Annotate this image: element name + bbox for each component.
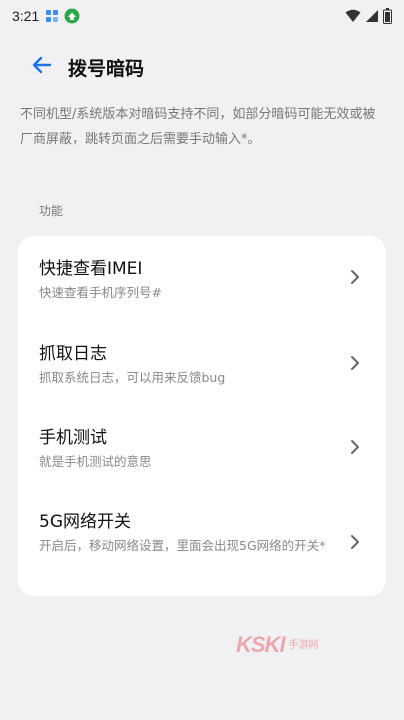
grid-app-icon bbox=[45, 9, 60, 24]
wifi-icon bbox=[345, 9, 361, 23]
page-description: 不同机型/系统版本对暗码支持不同，如部分暗码可能无效或被厂商屏蔽，跳转页面之后需… bbox=[20, 107, 376, 147]
watermark: KSKI 手游网 bbox=[236, 632, 319, 658]
status-time: 3:21 bbox=[12, 8, 40, 24]
list-item-title: 手机测试 bbox=[39, 428, 107, 448]
green-app-icon bbox=[64, 8, 80, 24]
page-title: 拨号暗码 bbox=[68, 57, 145, 80]
section-label: 功能 bbox=[39, 204, 64, 218]
list-item-imei[interactable]: 快捷查看IMEI 快速查看手机序列号# bbox=[18, 236, 386, 322]
list-item-log[interactable]: 抓取日志 抓取系统日志，可以用来反馈bug bbox=[18, 322, 386, 408]
app-header: 拨号暗码 bbox=[0, 45, 404, 89]
chevron-right-icon bbox=[350, 534, 360, 550]
list-item-5g-toggle[interactable]: 5G网络开关 开启后，移动网络设置，里面会出现5G网络的开关* bbox=[18, 492, 386, 596]
list-item-title: 快捷查看IMEI bbox=[39, 259, 143, 279]
list-item-subtitle: 快速查看手机序列号# bbox=[39, 285, 162, 300]
status-right-icons bbox=[345, 8, 392, 24]
signal-icon bbox=[365, 9, 379, 23]
list-item-subtitle: 抓取系统日志，可以用来反馈bug bbox=[39, 370, 226, 385]
battery-icon bbox=[383, 8, 392, 24]
chevron-right-icon bbox=[350, 355, 360, 371]
function-list-card: 快捷查看IMEI 快速查看手机序列号# 抓取日志 抓取系统日志，可以用来反馈bu… bbox=[18, 236, 386, 596]
watermark-logo: KSKI bbox=[236, 632, 286, 657]
list-item-subtitle: 开启后，移动网络设置，里面会出现5G网络的开关* bbox=[39, 538, 326, 553]
chevron-right-icon bbox=[350, 269, 360, 285]
chevron-right-icon bbox=[350, 439, 360, 455]
list-item-title: 5G网络开关 bbox=[39, 512, 131, 532]
status-bar: 3:21 bbox=[0, 0, 404, 32]
arrow-left-icon bbox=[31, 54, 53, 80]
status-left-icons bbox=[45, 8, 80, 24]
back-button[interactable] bbox=[18, 45, 66, 89]
watermark-text: 手游网 bbox=[288, 639, 319, 651]
list-item-subtitle: 就是手机测试的意思 bbox=[39, 454, 152, 469]
list-item-phone-test[interactable]: 手机测试 就是手机测试的意思 bbox=[18, 408, 386, 492]
list-item-title: 抓取日志 bbox=[39, 344, 107, 364]
